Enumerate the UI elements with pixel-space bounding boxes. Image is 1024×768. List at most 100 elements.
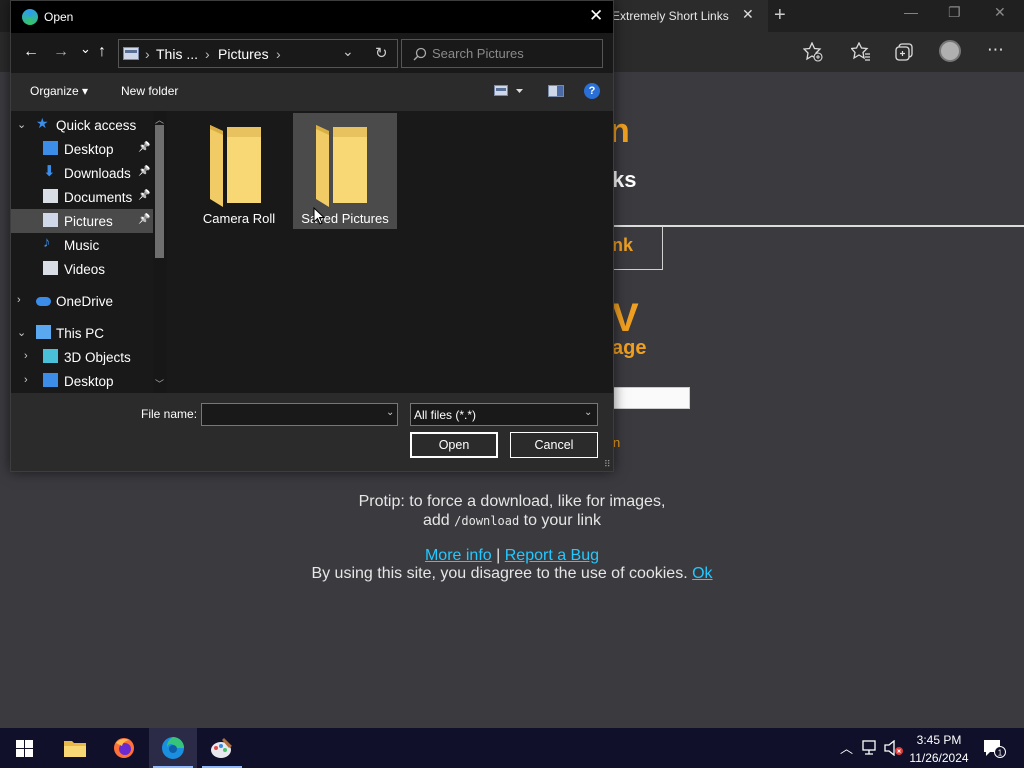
nav-pane-item-desktop[interactable]: Desktop 📌 — [11, 137, 153, 161]
new-folder-button[interactable]: New folder — [121, 84, 178, 98]
pin-icon: 📌 — [138, 166, 151, 177]
address-segment-this-pc[interactable]: This ... — [156, 46, 198, 62]
up-arrow-icon[interactable]: ↑ — [98, 43, 106, 61]
cookie-ok-link[interactable]: Ok — [692, 565, 712, 582]
start-button[interactable] — [0, 728, 48, 768]
open-file-dialog: Open ✕ ← → ⌄ ↑ › This ... › Pictures › ⌄… — [10, 0, 614, 472]
more-options-icon[interactable]: ⋯ — [987, 40, 1004, 60]
dialog-close-button[interactable]: ✕ — [589, 6, 603, 26]
collections-icon[interactable] — [895, 42, 915, 62]
taskbar-firefox[interactable] — [100, 728, 148, 768]
nav-pane-item-label: This PC — [56, 326, 105, 341]
preview-pane-icon[interactable] — [548, 85, 564, 97]
file-name-combobox[interactable] — [201, 403, 398, 426]
nav-pane-item-videos[interactable]: Videos — [11, 257, 153, 281]
nav-pane-item-label: Music — [64, 238, 100, 253]
nav-pane-item-music[interactable]: ♪ Music — [11, 233, 153, 257]
notification-center-icon[interactable]: 1 — [982, 738, 1006, 758]
nav-pane-item-3d-objects[interactable]: › 3D Objects — [11, 345, 153, 369]
taskbar-file-explorer[interactable] — [50, 728, 98, 768]
document-icon — [43, 189, 58, 203]
refresh-icon[interactable]: ↻ — [375, 44, 388, 62]
folder-label: Saved Pictures — [301, 211, 389, 226]
nav-pane-item-documents[interactable]: Documents 📌 — [11, 185, 153, 209]
star-icon: ★ — [36, 115, 49, 131]
protip-line-1: Protip: to force a download, like for im… — [358, 493, 666, 510]
site-nav-link-fragment[interactable]: nk — [612, 235, 633, 256]
computer-icon — [36, 325, 51, 339]
organize-menu-button[interactable]: Organize ▾ — [30, 84, 88, 98]
footer-links: More info | Report a Bug — [300, 547, 724, 565]
address-bar[interactable]: › This ... › Pictures › ⌄ ↻ — [118, 39, 398, 68]
mouse-cursor-icon — [313, 207, 325, 225]
network-icon[interactable] — [862, 740, 880, 756]
file-name-input[interactable] — [206, 407, 376, 421]
chevron-right-icon[interactable]: › — [24, 350, 28, 362]
resize-grip-icon[interactable]: ⠿ — [604, 459, 611, 470]
nav-pane-item-label: Downloads — [64, 166, 131, 181]
windows-logo-icon — [16, 740, 33, 757]
taskbar-paint[interactable] — [198, 728, 246, 768]
nav-pane-item-pictures[interactable]: Pictures 📌 — [11, 209, 153, 233]
nav-pane-item-this-pc[interactable]: ⌄ This PC — [11, 321, 153, 345]
folder-camera-roll[interactable]: Camera Roll — [187, 113, 291, 229]
cookie-notice: By using this site, you disagree to the … — [250, 565, 774, 583]
nav-pane-item-desktop[interactable]: › Desktop — [11, 369, 153, 393]
close-window-icon[interactable]: ✕ — [994, 4, 1006, 21]
chevron-right-icon[interactable]: › — [24, 374, 28, 386]
nav-pane-item-onedrive[interactable]: › OneDrive — [11, 289, 153, 313]
minimize-icon[interactable]: — — [904, 4, 918, 20]
address-segment-pictures[interactable]: Pictures — [218, 46, 269, 62]
forward-arrow-icon[interactable]: → — [53, 43, 69, 61]
nav-pane-item-downloads[interactable]: ⬇ Downloads 📌 — [11, 161, 153, 185]
scrollbar-thumb[interactable] — [155, 125, 164, 258]
profile-avatar[interactable] — [939, 40, 961, 62]
taskbar-edge[interactable] — [149, 728, 197, 768]
edge-icon — [162, 737, 184, 759]
help-icon[interactable]: ? — [584, 83, 600, 99]
search-box[interactable] — [401, 39, 603, 68]
address-dropdown-icon[interactable]: ⌄ — [342, 43, 354, 60]
browser-tab[interactable]: Extremely Short Links ✕ — [600, 0, 768, 32]
address-separator: › — [145, 46, 150, 62]
clock-date[interactable]: 11/26/2024 — [905, 751, 973, 765]
scroll-down-icon[interactable]: ﹀ — [155, 377, 164, 390]
nav-pane-item-quick-access[interactable]: ★ ⌄ Quick access — [11, 113, 153, 137]
open-button[interactable]: Open — [410, 432, 498, 458]
search-input[interactable] — [432, 46, 592, 61]
pin-icon: 📌 — [138, 142, 151, 153]
favorites-icon[interactable] — [851, 42, 871, 62]
address-separator[interactable]: › — [276, 46, 281, 62]
pictures-icon — [43, 213, 58, 227]
report-bug-link[interactable]: Report a Bug — [505, 547, 599, 564]
close-tab-icon[interactable]: ✕ — [742, 6, 754, 23]
nav-pane-item-label: Quick access — [56, 118, 137, 133]
file-type-filter[interactable]: All files (*.*) ⌄ — [410, 403, 598, 426]
desktop-icon — [43, 373, 58, 387]
restore-icon[interactable]: ❐ — [948, 4, 961, 21]
volume-muted-icon[interactable] — [884, 740, 904, 756]
clock-time[interactable]: 3:45 PM — [905, 733, 973, 747]
add-favorite-icon[interactable] — [803, 42, 823, 62]
more-info-link[interactable]: More info — [425, 547, 492, 564]
nav-pane-item-label: Pictures — [64, 214, 113, 229]
cancel-button[interactable]: Cancel — [510, 432, 598, 458]
download-icon: ⬇ — [43, 163, 56, 180]
folder-saved-pictures[interactable]: Saved Pictures — [293, 113, 397, 229]
dialog-titlebar[interactable]: Open ✕ — [11, 1, 613, 33]
change-view-icon[interactable] — [494, 85, 524, 97]
show-hidden-icons-icon[interactable]: ︿ — [840, 738, 853, 757]
music-icon: ♪ — [43, 234, 51, 251]
nav-pane-item-label: OneDrive — [56, 294, 114, 309]
recent-locations-chevron-icon[interactable]: ⌄ — [80, 41, 91, 57]
new-tab-button[interactable]: + — [774, 4, 786, 27]
pictures-location-icon — [123, 47, 139, 60]
chevron-down-icon[interactable]: ⌄ — [17, 118, 26, 131]
site-url-input[interactable] — [612, 387, 690, 409]
chevron-down-icon[interactable]: ⌄ — [17, 326, 26, 339]
back-arrow-icon[interactable]: ← — [23, 43, 39, 61]
folder-icon — [316, 125, 367, 207]
protip-code: /download — [454, 514, 520, 528]
file-name-dropdown-icon[interactable]: ⌄ — [386, 407, 394, 418]
chevron-right-icon[interactable]: › — [17, 294, 21, 306]
